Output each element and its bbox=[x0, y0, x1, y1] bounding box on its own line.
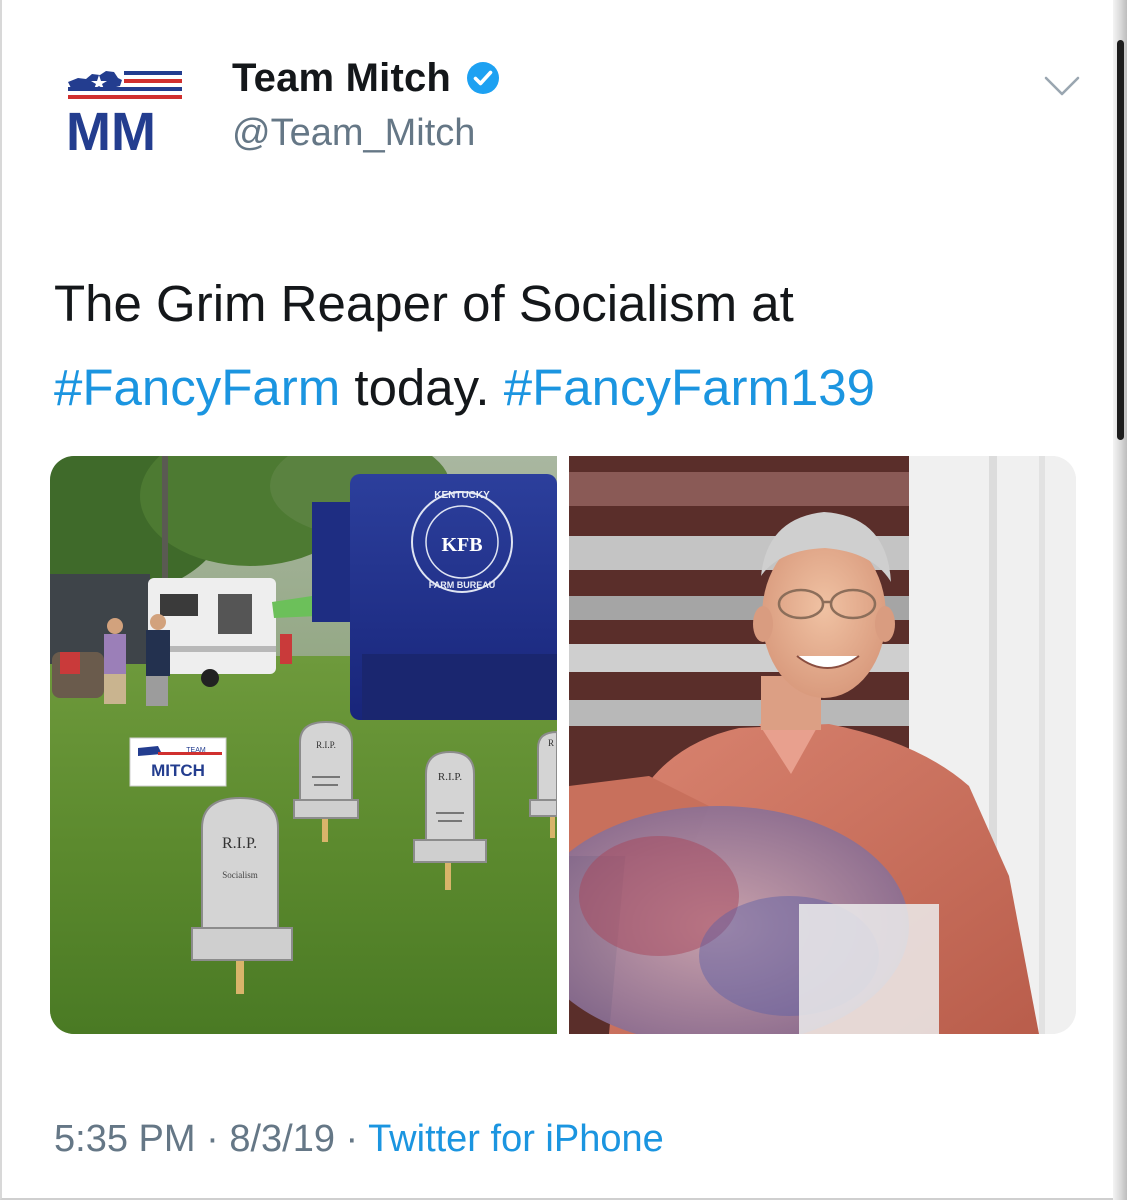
tombstone-4-title: R bbox=[548, 738, 554, 748]
truck-ring-bottom-text: FARM BUREAU bbox=[429, 580, 496, 590]
tweet-date[interactable]: 8/3/19 bbox=[229, 1118, 335, 1160]
tweet-text: The Grim Reaper of Socialism at #FancyFa… bbox=[54, 262, 1054, 430]
media-photo-graveyard[interactable]: KENTUCKY KFB FARM BUREAU TEAM MITCH R.I.… bbox=[50, 456, 557, 1034]
tweet-menu-button[interactable] bbox=[1040, 66, 1084, 106]
meta-separator-2: · bbox=[334, 1118, 369, 1160]
tweet-source-link[interactable]: Twitter for iPhone bbox=[368, 1118, 664, 1160]
hashtag-fancyfarm139[interactable]: #FancyFarm139 bbox=[504, 359, 875, 416]
truck-logo-text: KFB bbox=[441, 534, 482, 556]
tweet-text-line-2: #FancyFarm today. #FancyFarm139 bbox=[54, 346, 1054, 430]
portrait-photo bbox=[569, 456, 1076, 1034]
verified-badge-icon bbox=[467, 62, 500, 94]
tweet-text-line-1: The Grim Reaper of Socialism at bbox=[54, 275, 794, 332]
tombstone-2-title: R.I.P. bbox=[316, 740, 336, 750]
sign-top-text: TEAM bbox=[186, 747, 206, 754]
meta-separator-1: · bbox=[195, 1118, 230, 1160]
hashtag-fancyfarm[interactable]: #FancyFarm bbox=[54, 359, 340, 416]
truck-ring-top-text: KENTUCKY bbox=[434, 490, 490, 501]
tweet-time[interactable]: 5:35 PM bbox=[54, 1118, 196, 1160]
user-handle[interactable]: @Team_Mitch bbox=[232, 112, 475, 155]
graveyard-photo: KENTUCKY KFB FARM BUREAU TEAM MITCH R.I.… bbox=[50, 456, 557, 1034]
sign-main-text: MITCH bbox=[151, 761, 205, 780]
display-name[interactable]: Team Mitch bbox=[232, 56, 451, 101]
chevron-down-icon bbox=[1044, 76, 1080, 96]
tweet-meta: 5:35 PM · 8/3/19 · Twitter for iPhone bbox=[54, 1118, 664, 1161]
tombstone-socialism-title: R.I.P. bbox=[222, 835, 257, 852]
media-photo-portrait[interactable] bbox=[569, 456, 1076, 1034]
tombstone-socialism-subtitle: Socialism bbox=[222, 870, 258, 880]
author-name-row[interactable]: Team Mitch bbox=[232, 55, 501, 101]
avatar[interactable]: MM bbox=[60, 62, 195, 162]
avatar-monogram: MM bbox=[66, 102, 156, 157]
edge-panel-handle[interactable] bbox=[1117, 40, 1124, 440]
tweet-text-middle: today. bbox=[340, 359, 504, 416]
kentucky-flag-icon: MM bbox=[66, 71, 182, 162]
tombstone-3-title: R.I.P. bbox=[438, 771, 462, 783]
team-mitch-yard-sign: TEAM MITCH bbox=[129, 737, 227, 787]
